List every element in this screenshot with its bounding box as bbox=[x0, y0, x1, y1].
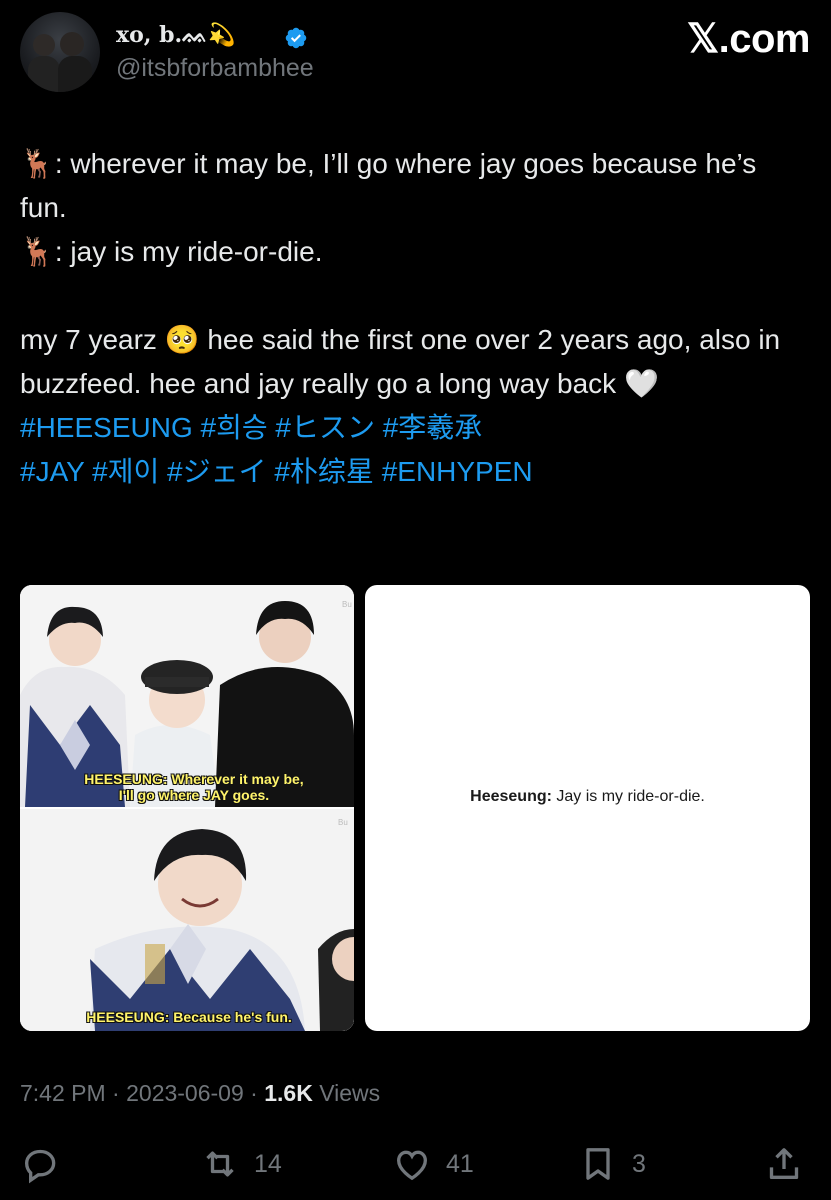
like-button[interactable]: 41 bbox=[392, 1140, 474, 1188]
caption-line: I'll go where JAY goes. bbox=[118, 787, 270, 803]
tweet-date[interactable]: 2023-06-09 bbox=[126, 1080, 244, 1106]
heart-icon bbox=[396, 1150, 428, 1181]
photo-illustration: Bu bbox=[20, 809, 354, 1031]
tweet-meta: 7:42 PM · 2023-06-09 · 1.6K Views bbox=[20, 1080, 380, 1107]
tweet-line: 🦌: wherever it may be, I’ll go where jay… bbox=[20, 148, 757, 223]
tweet-line: my 7 yearz 🥺 hee said the first one over… bbox=[20, 324, 781, 399]
subtitle-caption: HEESEUNG: Because he's fun. bbox=[86, 1009, 292, 1025]
svg-text:Bu: Bu bbox=[338, 818, 348, 827]
media-image-right[interactable]: Heeseung: Jay is my ride-or-die. bbox=[365, 585, 810, 1031]
bookmark-button[interactable]: 3 bbox=[578, 1140, 646, 1188]
separator: · bbox=[243, 1080, 265, 1106]
display-name[interactable]: xo, b.ᨐ💫 bbox=[116, 22, 235, 48]
tweet-text: 🦌: wherever it may be, I’ll go where jay… bbox=[20, 142, 810, 494]
hashtag-line[interactable]: #JAY #제이 #ジェイ #朴综星 #ENHYPEN bbox=[20, 450, 810, 494]
tweet-header: xo, b.ᨐ💫 @itsbforbambhee 𝕏.com bbox=[20, 12, 811, 102]
verified-badge-icon bbox=[285, 27, 307, 49]
user-handle[interactable]: @itsbforbambhee bbox=[116, 54, 314, 83]
retweet-button[interactable]: 14 bbox=[200, 1140, 282, 1188]
photo-panel: Bu HEESEUNG: Because he's fun. bbox=[20, 809, 354, 1031]
action-bar: 14 41 3 bbox=[20, 1140, 810, 1190]
x-logo: 𝕏.com bbox=[686, 17, 811, 61]
media-grid: Bu HEESEUNG: Wherever it may be, I'll go… bbox=[20, 585, 810, 1031]
views-count: 1.6K bbox=[264, 1080, 313, 1106]
caption-line: HEESEUNG: Wherever it may be, bbox=[84, 771, 304, 787]
tweet-time[interactable]: 7:42 PM bbox=[20, 1080, 106, 1106]
bookmark-icon bbox=[586, 1148, 610, 1180]
media-image-left[interactable]: Bu HEESEUNG: Wherever it may be, I'll go… bbox=[20, 585, 354, 1031]
share-button[interactable] bbox=[764, 1140, 804, 1188]
separator: · bbox=[105, 1080, 127, 1106]
share-icon bbox=[769, 1148, 799, 1179]
retweet-icon bbox=[206, 1151, 234, 1177]
svg-text:Bu: Bu bbox=[342, 600, 352, 609]
hashtag-line[interactable]: #HEESEUNG #희승 #ヒスン #李羲承 bbox=[20, 406, 810, 450]
avatar[interactable] bbox=[20, 12, 100, 92]
reply-icon bbox=[24, 1149, 56, 1184]
views-label: Views bbox=[312, 1080, 381, 1106]
quote-body: Jay is my ride-or-die. bbox=[551, 788, 705, 805]
reply-button[interactable] bbox=[20, 1140, 60, 1188]
quote-text: Heeseung: Jay is my ride-or-die. bbox=[365, 788, 810, 806]
retweet-count: 14 bbox=[254, 1149, 282, 1178]
bookmark-count: 3 bbox=[632, 1149, 646, 1178]
tweet-line: 🦌: jay is my ride-or-die. bbox=[20, 236, 323, 267]
subtitle-caption: HEESEUNG: Wherever it may be, I'll go wh… bbox=[74, 771, 314, 803]
photo-panel: Bu HEESEUNG: Wherever it may be, I'll go… bbox=[20, 585, 354, 807]
quote-speaker: Heeseung: bbox=[470, 788, 552, 805]
like-count: 41 bbox=[446, 1149, 474, 1178]
